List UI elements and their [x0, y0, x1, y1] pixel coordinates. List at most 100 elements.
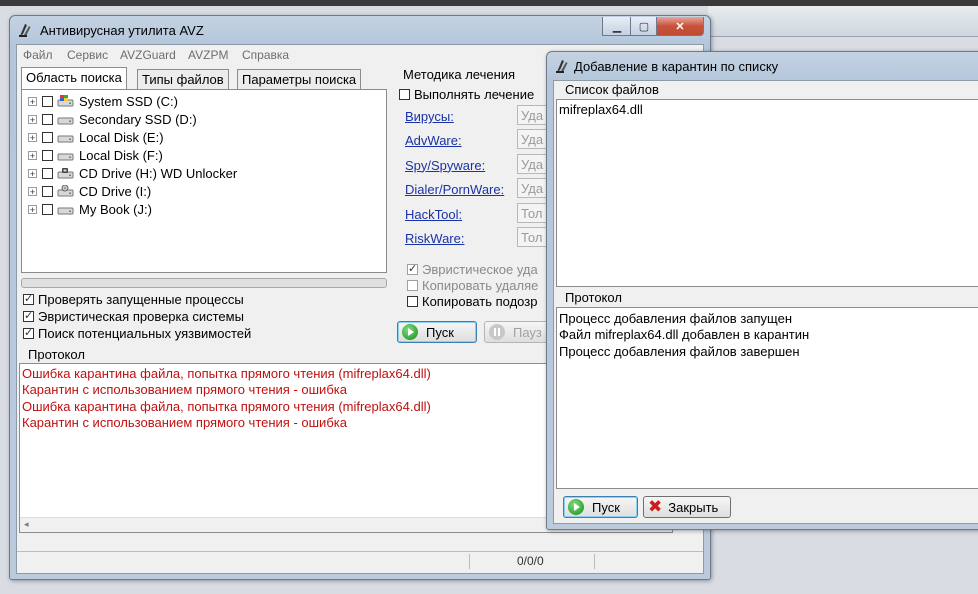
- treatment-group-title: Методика лечения: [400, 67, 519, 82]
- tree-scrollbar[interactable]: [21, 278, 387, 288]
- drive-checkbox[interactable]: [42, 203, 53, 215]
- dialog-client-area: Список файлов mifreplax64.dll Протокол П…: [553, 80, 978, 524]
- drive-row[interactable]: + CD Drive (I:): [28, 182, 151, 200]
- hard-drive-icon: [57, 149, 74, 161]
- hard-drive-icon: [57, 131, 74, 143]
- quarantine-dialog: Добавление в карантин по списку Список ф…: [546, 51, 978, 530]
- dialog-start-button[interactable]: Пуск: [563, 496, 638, 518]
- treatment-category-link[interactable]: Dialer/PornWare:: [405, 182, 504, 197]
- expand-icon[interactable]: +: [28, 186, 37, 196]
- log-line: Ошибка карантина файла, попытка прямого …: [22, 366, 431, 381]
- menu-help[interactable]: Справка: [242, 48, 289, 62]
- file-list[interactable]: mifreplax64.dll: [556, 99, 978, 287]
- play-icon: [568, 499, 584, 515]
- drive-row[interactable]: + Local Disk (E:): [28, 128, 164, 146]
- expand-icon[interactable]: +: [28, 132, 37, 142]
- option-label: Копировать удаляе: [422, 278, 539, 293]
- menu-service[interactable]: Сервис: [67, 48, 108, 62]
- menu-file[interactable]: Файл: [23, 48, 53, 62]
- drive-row[interactable]: + Secondary SSD (D:): [28, 110, 197, 128]
- treatment-action-select[interactable]: Уда: [517, 153, 549, 174]
- expand-icon[interactable]: +: [28, 114, 37, 124]
- drive-tree[interactable]: + System SSD (C:) + Secondary SSD (D:) + Loca…: [21, 89, 387, 273]
- play-icon: [402, 324, 418, 340]
- treatment-category-link[interactable]: RiskWare:: [405, 231, 464, 246]
- checkbox[interactable]: [407, 262, 418, 275]
- checkbox[interactable]: [399, 89, 410, 100]
- tab-search-area[interactable]: Область поиска: [21, 67, 127, 89]
- drive-label: My Book (J:): [79, 201, 152, 217]
- copy-suspicious-option[interactable]: Копировать подозр: [407, 294, 537, 309]
- drive-checkbox[interactable]: [42, 185, 53, 197]
- main-window-title: Антивирусная утилита AVZ: [40, 23, 204, 38]
- copy-deleted-option[interactable]: Копировать удаляе: [407, 278, 538, 293]
- menu-avzguard[interactable]: AVZGuard: [120, 48, 176, 62]
- log-line: Процесс добавления файлов завершен: [559, 343, 800, 359]
- drive-row[interactable]: + System SSD (C:): [28, 92, 178, 110]
- maximize-button[interactable]: ▢: [630, 17, 658, 36]
- status-separator: [594, 554, 595, 569]
- perform-treatment-check[interactable]: Выполнять лечение: [399, 87, 534, 102]
- drive-checkbox[interactable]: [42, 113, 53, 125]
- expand-icon[interactable]: +: [28, 168, 37, 178]
- drive-checkbox[interactable]: [42, 131, 53, 143]
- dialog-close-label: Закрыть: [668, 499, 719, 515]
- hard-drive-icon: [57, 113, 74, 125]
- drive-label: CD Drive (H:) WD Unlocker: [79, 165, 238, 181]
- expand-icon[interactable]: +: [28, 204, 37, 214]
- drive-checkbox[interactable]: [42, 95, 53, 107]
- dialog-title: Добавление в карантин по списку: [574, 59, 779, 74]
- check-label: Проверять запущенные процессы: [38, 292, 244, 307]
- check-heuristic-system[interactable]: Эвристическая проверка системы: [23, 309, 244, 324]
- treatment-category-link[interactable]: Spy/Spyware:: [405, 158, 485, 173]
- drive-row[interactable]: + My Book (J:): [28, 200, 152, 218]
- status-separator: [469, 554, 470, 569]
- drive-label: Local Disk (E:): [79, 129, 164, 145]
- checkbox[interactable]: [23, 292, 34, 305]
- checkbox[interactable]: [407, 296, 418, 307]
- treatment-action-select[interactable]: Уда: [517, 129, 549, 150]
- expand-icon[interactable]: +: [28, 150, 37, 160]
- dialog-titlebar[interactable]: Добавление в карантин по списку: [547, 52, 978, 80]
- heuristic-delete-option[interactable]: Эвристическое уда: [407, 262, 538, 277]
- close-x-icon: ✖: [648, 497, 663, 517]
- tab-search-params[interactable]: Параметры поиска: [237, 69, 362, 89]
- check-running-processes[interactable]: Проверять запущенные процессы: [23, 292, 244, 307]
- drive-label: CD Drive (I:): [79, 183, 152, 199]
- check-vulnerabilities[interactable]: Поиск потенциальных уязвимостей: [23, 326, 251, 341]
- checkbox[interactable]: [407, 280, 418, 291]
- tab-file-types[interactable]: Типы файлов: [137, 69, 229, 89]
- minimize-button[interactable]: ▁: [602, 17, 632, 36]
- avz-app-icon: [556, 60, 568, 73]
- expand-icon[interactable]: +: [28, 96, 37, 106]
- avz-app-icon: [19, 24, 31, 37]
- main-pause-button[interactable]: Пауз: [484, 321, 554, 343]
- treatment-action-select[interactable]: Уда: [517, 105, 549, 125]
- start-label: Пуск: [426, 324, 454, 340]
- close-button[interactable]: ✕: [656, 17, 704, 36]
- main-titlebar[interactable]: Антивирусная утилита AVZ ▁ ▢ ✕: [10, 16, 710, 44]
- drive-checkbox[interactable]: [42, 149, 53, 161]
- drive-row[interactable]: + CD Drive (H:) WD Unlocker: [28, 164, 237, 182]
- checkbox[interactable]: [23, 326, 34, 339]
- treatment-action-select[interactable]: Тол: [517, 227, 549, 247]
- hard-drive-icon: [57, 203, 74, 215]
- treatment-action-select[interactable]: Уда: [517, 178, 549, 199]
- file-list-item[interactable]: mifreplax64.dll: [559, 102, 643, 117]
- treatment-category-link[interactable]: AdvWare:: [405, 133, 462, 148]
- menu-avzpm[interactable]: AVZPM: [188, 48, 228, 62]
- treatment-category-link[interactable]: HackTool:: [405, 207, 462, 222]
- drive-checkbox[interactable]: [42, 167, 53, 179]
- main-start-button[interactable]: Пуск: [397, 321, 477, 343]
- cd-drive-icon: [57, 184, 74, 197]
- dialog-close-button[interactable]: ✖ Закрыть: [643, 496, 731, 518]
- dialog-protocol-log[interactable]: Процесс добавления файлов запущен Файл mi…: [556, 307, 978, 489]
- drive-label: Local Disk (F:): [79, 147, 163, 163]
- log-line: Карантин с использованием прямого чтения…: [22, 414, 347, 430]
- scroll-left-icon[interactable]: ◂: [24, 519, 29, 530]
- treatment-category-link[interactable]: Вирусы:: [405, 109, 454, 124]
- checkbox[interactable]: [23, 309, 34, 322]
- pause-label: Пауз: [513, 324, 542, 340]
- treatment-action-select[interactable]: Тол: [517, 202, 549, 223]
- drive-row[interactable]: + Local Disk (F:): [28, 146, 163, 164]
